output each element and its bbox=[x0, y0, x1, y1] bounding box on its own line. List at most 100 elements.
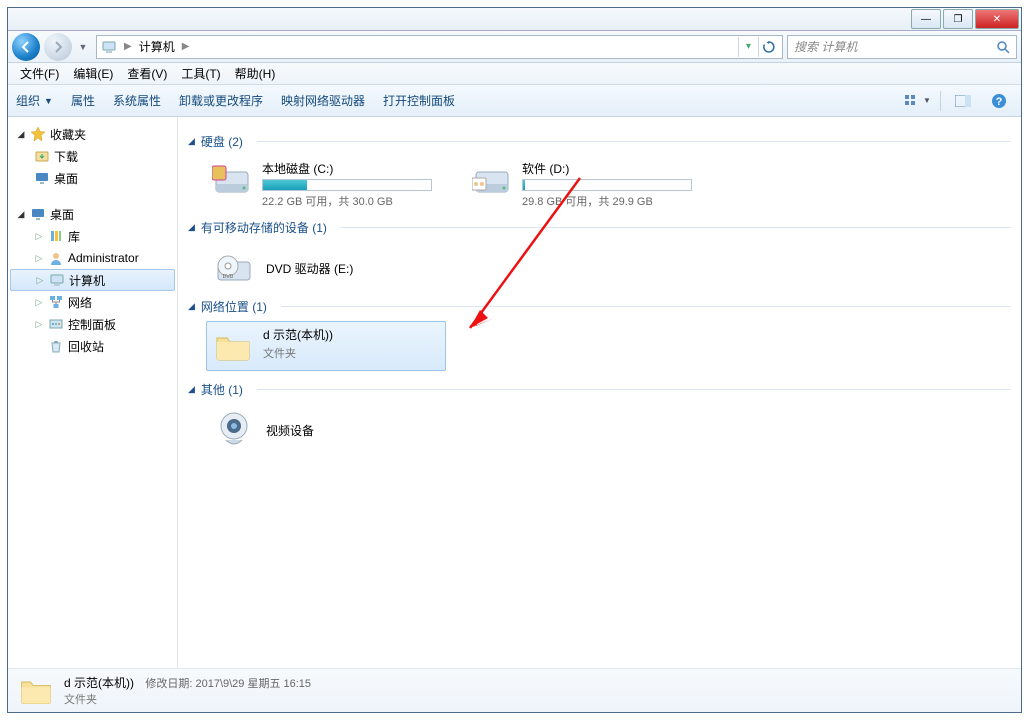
drive-c-usage-bar bbox=[262, 179, 432, 191]
toolbar: 组织 ▼ 属性 系统属性 卸载或更改程序 映射网络驱动器 打开控制面板 ▼ ? bbox=[8, 85, 1021, 117]
libraries-icon bbox=[48, 228, 64, 244]
dvd-drive[interactable]: DVD DVD 驱动器 (E:) bbox=[206, 242, 446, 294]
maximize-button[interactable]: ❐ bbox=[943, 9, 973, 29]
toolbar-separator bbox=[940, 91, 941, 111]
video-device[interactable]: 视频设备 bbox=[206, 404, 446, 456]
group-header-hdd[interactable]: ◢ 硬盘 (2) bbox=[188, 133, 1011, 150]
view-options-button[interactable]: ▼ bbox=[904, 90, 932, 112]
toolbar-organize[interactable]: 组织 ▼ bbox=[16, 92, 53, 109]
menu-help[interactable]: 帮助(H) bbox=[229, 63, 282, 84]
sidebar-controlpanel-label: 控制面板 bbox=[68, 316, 116, 333]
breadcrumb-sep-icon: ▶ bbox=[182, 41, 190, 52]
sidebar-libraries[interactable]: ▷ 库 bbox=[8, 225, 177, 247]
nav-back-button[interactable] bbox=[12, 33, 40, 61]
dvd-icon: DVD bbox=[212, 248, 256, 288]
drive-c[interactable]: 本地磁盘 (C:) 22.2 GB 可用，共 30.0 GB bbox=[206, 156, 446, 213]
sidebar-network-label: 网络 bbox=[68, 294, 92, 311]
sidebar-downloads[interactable]: 下载 bbox=[8, 145, 177, 167]
content-pane: ◢ 硬盘 (2) 本地磁盘 (C:) 22.2 GB 可用，共 30.0 GB bbox=[178, 117, 1021, 668]
collapse-icon: ◢ bbox=[188, 222, 195, 233]
sidebar-favorites[interactable]: ◢ 收藏夹 bbox=[8, 123, 177, 145]
svg-text:?: ? bbox=[996, 96, 1003, 108]
chevron-down-icon: ▼ bbox=[44, 96, 53, 106]
preview-pane-button[interactable] bbox=[949, 90, 977, 112]
sidebar-computer[interactable]: ▷ 计算机 bbox=[10, 269, 175, 291]
chevron-down-icon: ▼ bbox=[923, 96, 931, 105]
expand-icon[interactable]: ▷ bbox=[34, 253, 44, 263]
menu-tools[interactable]: 工具(T) bbox=[175, 63, 226, 84]
preview-pane-icon bbox=[955, 95, 971, 107]
network-folder-type: 文件夹 bbox=[263, 345, 441, 361]
status-name: d 示范(本机)) bbox=[64, 676, 134, 690]
toolbar-system-properties[interactable]: 系统属性 bbox=[113, 92, 161, 109]
user-icon bbox=[48, 250, 64, 266]
sidebar-favorites-label: 收藏夹 bbox=[50, 126, 86, 143]
close-button[interactable]: ✕ bbox=[975, 9, 1019, 29]
body: ◢ 收藏夹 下载 桌面 ◢ 桌面 bbox=[8, 117, 1021, 668]
toolbar-map-drive[interactable]: 映射网络驱动器 bbox=[281, 92, 365, 109]
search-icon bbox=[996, 40, 1010, 54]
status-meta-label: 修改日期: bbox=[145, 678, 192, 690]
search-input[interactable]: 搜索 计算机 bbox=[787, 35, 1017, 59]
breadcrumb-sep-icon: ▶ bbox=[124, 41, 132, 52]
nav-history-dropdown[interactable]: ▼ bbox=[76, 36, 90, 58]
collapse-icon[interactable]: ◢ bbox=[16, 209, 26, 219]
status-bar: d 示范(本机)) 修改日期: 2017\9\29 星期五 16:15 文件夹 bbox=[8, 668, 1021, 712]
drive-d[interactable]: 软件 (D:) 29.8 GB 可用，共 29.9 GB bbox=[466, 156, 706, 213]
toolbar-uninstall[interactable]: 卸载或更改程序 bbox=[179, 92, 263, 109]
group-header-netloc[interactable]: ◢ 网络位置 (1) bbox=[188, 298, 1011, 315]
computer-icon bbox=[101, 39, 117, 55]
expand-icon[interactable]: ▷ bbox=[35, 275, 45, 285]
group-header-hdd-label: 硬盘 (2) bbox=[201, 133, 243, 150]
video-device-label: 视频设备 bbox=[266, 422, 314, 439]
expand-icon[interactable]: ▷ bbox=[34, 297, 44, 307]
webcam-icon bbox=[212, 410, 256, 450]
toolbar-properties[interactable]: 属性 bbox=[71, 92, 95, 109]
folder-icon bbox=[18, 673, 54, 709]
network-folder[interactable]: d 示范(本机)) 文件夹 bbox=[206, 321, 446, 371]
sidebar-desktop-fav-label: 桌面 bbox=[54, 170, 78, 187]
sidebar-controlpanel[interactable]: ▷ 控制面板 bbox=[8, 313, 177, 335]
menu-file[interactable]: 文件(F) bbox=[14, 63, 65, 84]
expand-icon[interactable]: ▷ bbox=[34, 231, 44, 241]
collapse-icon: ◢ bbox=[188, 301, 195, 312]
group-header-removable[interactable]: ◢ 有可移动存储的设备 (1) bbox=[188, 219, 1011, 236]
sidebar-network[interactable]: ▷ 网络 bbox=[8, 291, 177, 313]
toolbar-organize-label: 组织 bbox=[16, 92, 40, 109]
toolbar-control-panel[interactable]: 打开控制面板 bbox=[383, 92, 455, 109]
drive-d-free-text: 29.8 GB 可用，共 29.9 GB bbox=[522, 193, 702, 209]
minimize-button[interactable]: — bbox=[911, 9, 941, 29]
star-icon bbox=[30, 126, 46, 142]
collapse-icon[interactable]: ◢ bbox=[16, 129, 26, 139]
collapse-icon: ◢ bbox=[188, 136, 195, 147]
breadcrumb-computer[interactable]: 计算机 bbox=[139, 38, 175, 55]
refresh-button[interactable] bbox=[758, 37, 778, 57]
address-bar[interactable]: ▶ 计算机 ▶ ▾ bbox=[96, 35, 783, 59]
expand-icon[interactable]: ▷ bbox=[34, 319, 44, 329]
address-dropdown[interactable]: ▾ bbox=[738, 37, 758, 57]
group-header-other[interactable]: ◢ 其他 (1) bbox=[188, 381, 1011, 398]
drive-d-label: 软件 (D:) bbox=[522, 160, 702, 177]
group-header-removable-label: 有可移动存储的设备 (1) bbox=[201, 219, 327, 236]
sidebar: ◢ 收藏夹 下载 桌面 ◢ 桌面 bbox=[8, 117, 178, 668]
help-button[interactable]: ? bbox=[985, 90, 1013, 112]
downloads-icon bbox=[34, 148, 50, 164]
status-meta-value: 2017\9\29 星期五 16:15 bbox=[195, 678, 311, 690]
drive-c-free-text: 22.2 GB 可用，共 30.0 GB bbox=[262, 193, 442, 209]
group-header-netloc-label: 网络位置 (1) bbox=[201, 298, 267, 315]
sidebar-desktop-fav[interactable]: 桌面 bbox=[8, 167, 177, 189]
network-folder-name: d 示范(本机)) bbox=[263, 326, 441, 343]
refresh-icon bbox=[763, 41, 775, 53]
sidebar-recycle[interactable]: 回收站 bbox=[8, 335, 177, 357]
desktop-icon bbox=[30, 206, 46, 222]
sidebar-computer-label: 计算机 bbox=[69, 272, 105, 289]
sidebar-admin[interactable]: ▷ Administrator bbox=[8, 247, 177, 269]
sidebar-desktop-root[interactable]: ◢ 桌面 bbox=[8, 203, 177, 225]
menu-edit[interactable]: 编辑(E) bbox=[67, 63, 119, 84]
menu-view[interactable]: 查看(V) bbox=[121, 63, 173, 84]
titlebar[interactable]: — ❐ ✕ bbox=[8, 8, 1021, 31]
sidebar-recycle-label: 回收站 bbox=[68, 338, 104, 355]
collapse-icon: ◢ bbox=[188, 384, 195, 395]
group-header-other-label: 其他 (1) bbox=[201, 381, 243, 398]
sidebar-downloads-label: 下载 bbox=[54, 148, 78, 165]
